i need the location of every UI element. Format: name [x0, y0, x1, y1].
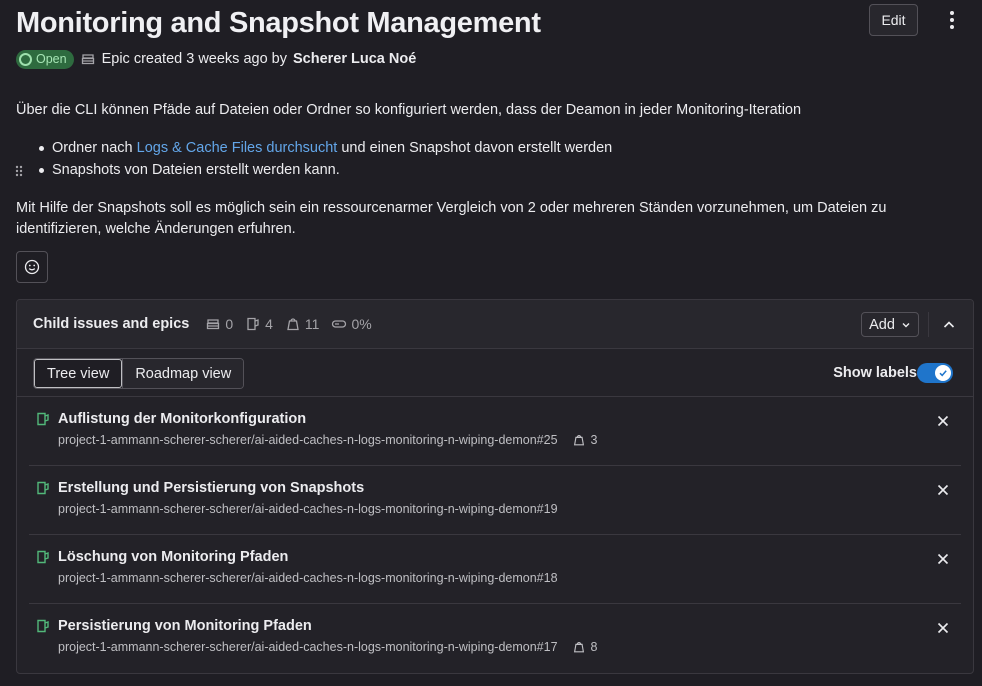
item-reference: project-1-ammann-scherer-scherer/ai-aide… — [58, 640, 597, 654]
list-item: Ordner nach Logs & Cache Files durchsuch… — [16, 137, 966, 159]
remove-item-button[interactable] — [935, 413, 951, 429]
item-reference: project-1-ammann-scherer-scherer/ai-aide… — [58, 571, 558, 585]
header-divider — [928, 312, 929, 337]
logs-cache-link[interactable]: Logs & Cache Files durchsucht — [137, 140, 338, 156]
toggle-knob — [935, 365, 951, 381]
list-item: Snapshots von Dateien erstellt werden ka… — [14, 159, 966, 181]
child-issues-header: Child issues and epics 0 4 11 0% Add — [17, 300, 973, 349]
progress-count: 0% — [331, 316, 372, 332]
remove-item-button[interactable] — [935, 482, 951, 498]
weight-count-value: 11 — [304, 316, 320, 332]
item-weight: 3 — [572, 433, 598, 447]
close-icon — [937, 553, 949, 565]
progress-icon — [332, 320, 347, 328]
issue-icon — [37, 619, 49, 633]
issues-count-value: 4 — [265, 316, 273, 332]
issue-icon — [37, 481, 49, 495]
close-icon — [937, 484, 949, 496]
list-item[interactable]: Löschung von Monitoring Pfaden project-1… — [29, 535, 961, 604]
epic-icon — [207, 319, 220, 330]
show-labels-toggle[interactable] — [917, 363, 953, 383]
item-reference: project-1-ammann-scherer-scherer/ai-aide… — [58, 502, 558, 516]
child-issues-card: Child issues and epics 0 4 11 0% Add Tre… — [16, 299, 974, 674]
list-item[interactable]: Auflistung der Monitorkonfiguration proj… — [29, 397, 961, 466]
show-labels-label: Show labels — [833, 365, 917, 381]
collapse-button[interactable] — [937, 313, 961, 337]
tree-view-button[interactable]: Tree view — [34, 359, 123, 388]
weight-icon — [573, 435, 584, 446]
status-open-icon — [19, 52, 32, 66]
description-paragraph-1: Über die CLI können Pfäde auf Dateien od… — [16, 102, 802, 118]
author-link[interactable]: Scherer Luca Noé — [293, 51, 416, 67]
issue-icon — [37, 550, 49, 564]
bullet-1-text-after: und einen Snapshot davon erstellt werden — [337, 140, 613, 156]
item-title[interactable]: Erstellung und Persistierung von Snapsho… — [58, 480, 364, 496]
edit-button[interactable]: Edit — [869, 4, 918, 36]
item-ref-text: project-1-ammann-scherer-scherer/ai-aide… — [58, 571, 558, 585]
item-ref-text: project-1-ammann-scherer-scherer/ai-aide… — [58, 640, 558, 654]
epic-meta: Open Epic created 3 weeks ago by Scherer… — [16, 49, 416, 69]
weight-count: 11 — [285, 316, 320, 332]
kebab-icon[interactable] — [938, 6, 966, 34]
description-paragraph-2: Mit Hilfe der Snapshots soll es möglich … — [16, 200, 887, 237]
add-child-label: Add — [869, 316, 895, 333]
view-switcher: Tree view Roadmap view — [33, 358, 245, 389]
description-list: Ordner nach Logs & Cache Files durchsuch… — [14, 137, 966, 181]
epic-page: Monitoring and Snapshot Management Edit … — [0, 0, 982, 686]
item-title[interactable]: Persistierung von Monitoring Pfaden — [58, 618, 312, 634]
close-icon — [937, 622, 949, 634]
page-title: Monitoring and Snapshot Management — [16, 7, 541, 39]
weight-icon — [287, 318, 299, 331]
issue-icon — [247, 317, 259, 331]
drag-handle-icon[interactable] — [14, 164, 24, 178]
list-item[interactable]: Erstellung und Persistierung von Snapsho… — [29, 466, 961, 535]
epic-icon — [80, 51, 96, 67]
issue-icon — [37, 412, 49, 426]
item-ref-text: project-1-ammann-scherer-scherer/ai-aide… — [58, 433, 558, 447]
weight-icon — [573, 642, 584, 653]
item-title[interactable]: Auflistung der Monitorkonfiguration — [58, 411, 306, 427]
status-badge: Open — [16, 49, 74, 69]
progress-count-value: 0% — [351, 316, 372, 332]
status-label: Open — [36, 52, 67, 66]
roadmap-view-button[interactable]: Roadmap view — [122, 359, 244, 388]
epics-count-value: 0 — [225, 316, 234, 332]
add-child-button[interactable]: Add — [861, 312, 919, 337]
chevron-down-icon — [902, 322, 910, 327]
issues-count: 4 — [245, 316, 273, 332]
remove-item-button[interactable] — [935, 620, 951, 636]
chevron-up-icon — [943, 321, 955, 328]
bullet-1-text-before: Ordner nach — [52, 140, 137, 156]
child-issues-title: Child issues and epics — [33, 316, 190, 332]
close-icon — [937, 415, 949, 427]
bullet-2-text: Snapshots von Dateien erstellt werden ka… — [52, 162, 340, 178]
item-reference: project-1-ammann-scherer-scherer/ai-aide… — [58, 433, 597, 447]
child-counts: 0 4 11 0% — [205, 316, 372, 332]
item-weight-value: 3 — [590, 433, 598, 447]
item-title[interactable]: Löschung von Monitoring Pfaden — [58, 549, 288, 565]
remove-item-button[interactable] — [935, 551, 951, 567]
view-toolbar: Tree view Roadmap view Show labels — [17, 349, 973, 397]
check-icon — [939, 370, 947, 377]
created-text: Epic created 3 weeks ago by — [101, 51, 287, 67]
list-item[interactable]: Persistierung von Monitoring Pfaden proj… — [29, 604, 961, 673]
smiley-icon — [24, 259, 40, 275]
add-reaction-button[interactable] — [16, 251, 48, 283]
item-weight: 8 — [572, 640, 598, 654]
epics-count: 0 — [205, 316, 233, 332]
child-items-list: Auflistung der Monitorkonfiguration proj… — [17, 397, 973, 673]
item-ref-text: project-1-ammann-scherer-scherer/ai-aide… — [58, 502, 558, 516]
title-row: Monitoring and Snapshot Management Edit — [16, 4, 966, 44]
item-weight-value: 8 — [590, 640, 598, 654]
